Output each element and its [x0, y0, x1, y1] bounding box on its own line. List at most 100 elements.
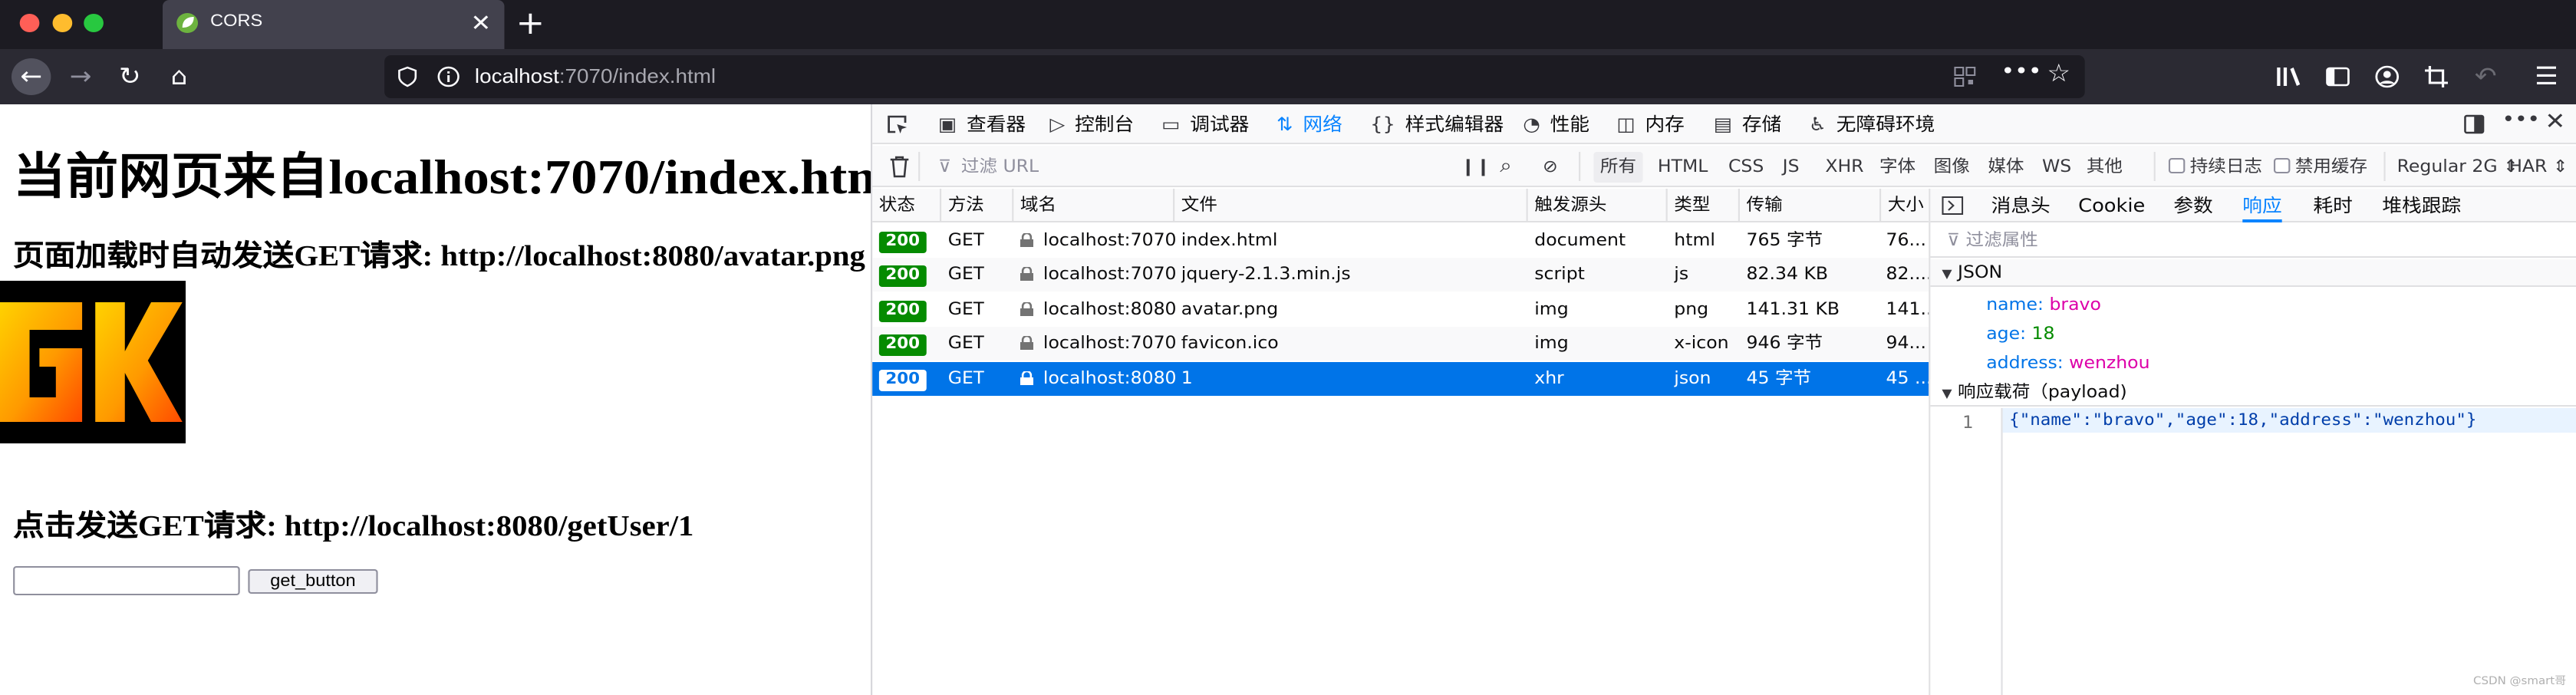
screenshot-icon[interactable] — [2423, 64, 2449, 89]
throttling-select[interactable]: Regular 2G ⇕ — [2397, 146, 2518, 187]
minimize-window-icon[interactable] — [52, 14, 73, 32]
disable-cache-toggle[interactable]: 禁用缓存 — [2273, 146, 2368, 187]
details-tab-timings[interactable]: 耗时 — [2313, 189, 2352, 222]
column-cause[interactable]: 触发源头 — [1528, 189, 1668, 222]
text-input[interactable] — [13, 566, 240, 595]
search-icon[interactable]: ⌕ — [1500, 146, 1512, 187]
details-tab-params[interactable]: 参数 — [2173, 189, 2212, 222]
bookmark-star-icon[interactable]: ☆ — [2047, 58, 2070, 87]
tab-label: 性能 — [1550, 114, 1589, 135]
tab-console[interactable]: ▷ 控制台 — [1049, 104, 1134, 144]
qr-code-icon[interactable] — [1953, 66, 1976, 87]
request-row[interactable]: 200 GET localhost:7070 favicon.ico img x-icon… — [872, 327, 1929, 361]
details-tab-cookies[interactable]: Cookie — [2078, 189, 2145, 222]
disable-cache-label: 禁用缓存 — [2294, 156, 2368, 176]
tab-inspector[interactable]: ▣ 查看器 — [938, 104, 1026, 144]
cell-transferred: 141.31 KB — [1746, 298, 1840, 319]
undo-icon[interactable]: ↶ — [2468, 60, 2504, 94]
toggle-sidebar-icon[interactable] — [1942, 196, 1964, 215]
tab-label: 网络 — [1303, 114, 1342, 135]
account-icon[interactable] — [2374, 64, 2400, 89]
sidebar-icon[interactable] — [2324, 64, 2350, 89]
cell-status: 200 — [878, 293, 927, 327]
page-actions-icon[interactable]: ••• — [2001, 60, 2041, 84]
column-transferred[interactable]: 传输 — [1740, 189, 1882, 222]
request-row[interactable]: 200 GET localhost:7070 index.html document ht… — [872, 224, 1929, 258]
tab-accessibility[interactable]: ♿ 无障碍环境 — [1809, 104, 1935, 144]
filter-media[interactable]: 媒体 — [1988, 146, 2024, 187]
json-section-label: JSON — [1958, 262, 2003, 282]
domain-text: localhost:8080 — [1043, 367, 1177, 388]
cell-cause: xhr — [1534, 367, 1564, 388]
request-row[interactable]: 200 GET localhost:8080 1 xhr json 45 字节 45 ... — [872, 361, 1932, 396]
memory-icon: ◫ — [1616, 114, 1636, 135]
details-tab-headers[interactable]: 消息头 — [1991, 189, 2051, 222]
column-size[interactable]: 大小 — [1881, 189, 1929, 222]
request-row[interactable]: 200 GET localhost:7070 jquery-2.1.3.min.js s… — [872, 258, 1932, 292]
tab-label: 调试器 — [1190, 114, 1250, 135]
status-badge: 200 — [878, 232, 927, 253]
filter-all[interactable]: 所有 — [1593, 152, 1643, 183]
payload-section-header[interactable]: ▼ 响应载荷（payload) — [1930, 379, 2576, 407]
persist-log-toggle[interactable]: 持续日志 — [2168, 146, 2262, 187]
shield-icon[interactable] — [397, 66, 417, 87]
tab-style-editor[interactable]: {} 样式编辑器 — [1370, 104, 1504, 144]
column-method[interactable]: 方法 — [941, 189, 1014, 222]
column-type[interactable]: 类型 — [1668, 189, 1740, 222]
pause-icon[interactable]: ❙❙ — [1461, 146, 1491, 187]
payload-editor: 1 {"name":"bravo","age":18,"address":"we… — [1930, 408, 2576, 695]
disable-cache-checkbox[interactable] — [2273, 158, 2291, 173]
back-icon[interactable]: ← — [11, 58, 51, 95]
close-devtools-icon[interactable]: ✕ — [2545, 107, 2565, 135]
filter-css[interactable]: CSS — [1728, 146, 1764, 187]
url-bar[interactable]: localhost:7070/index.html ••• ☆ — [384, 55, 2085, 98]
library-icon[interactable] — [2275, 64, 2301, 89]
collapse-icon: ▼ — [1942, 387, 1952, 400]
zoom-window-icon[interactable] — [84, 14, 104, 32]
tab-network[interactable]: ⇅ 网络 — [1276, 104, 1342, 144]
details-tab-stack-trace[interactable]: 堆栈跟踪 — [2382, 189, 2461, 222]
accessibility-icon: ♿ — [1808, 114, 1827, 135]
filter-properties-input[interactable]: ⊽ 过滤属性 — [1930, 224, 2576, 258]
browser-tab[interactable]: CORS ✕ — [163, 0, 505, 49]
tab-debugger[interactable]: ▭ 调试器 — [1161, 104, 1249, 144]
filter-ws[interactable]: WS — [2042, 146, 2071, 187]
request-row[interactable]: 200 GET localhost:8080 avatar.png img png 141.… — [872, 293, 1938, 327]
persist-log-checkbox[interactable] — [2168, 158, 2186, 173]
inspector-icon: ▣ — [937, 114, 957, 135]
filter-html[interactable]: HTML — [1658, 146, 1708, 187]
trash-icon[interactable] — [889, 155, 911, 178]
filter-xhr[interactable]: XHR — [1825, 146, 1863, 187]
filter-other[interactable]: 其他 — [2087, 146, 2123, 187]
close-tab-icon[interactable]: ✕ — [470, 9, 491, 37]
cell-method: GET — [947, 230, 985, 250]
details-tab-response[interactable]: 响应 — [2242, 189, 2282, 222]
get-button[interactable]: get_button — [248, 569, 378, 594]
tab-storage[interactable]: ▤ 存储 — [1714, 104, 1782, 144]
column-status[interactable]: 状态 — [872, 189, 942, 222]
filter-image[interactable]: 图像 — [1934, 146, 1970, 187]
overflow-menu-icon[interactable]: ••• — [2502, 109, 2540, 132]
cell-method: GET — [947, 264, 985, 285]
forward-icon[interactable]: → — [62, 60, 98, 94]
filter-font[interactable]: 字体 — [1879, 146, 1916, 187]
element-picker-icon[interactable] — [885, 114, 908, 135]
status-badge: 200 — [878, 369, 927, 391]
tab-performance[interactable]: ◔ 性能 — [1523, 104, 1589, 144]
url-filter-input[interactable]: 过滤 URL — [961, 146, 1039, 187]
json-section-header[interactable]: ▼ JSON — [1930, 259, 2576, 287]
filter-js[interactable]: JS — [1783, 146, 1800, 187]
new-tab-icon[interactable]: + — [516, 5, 545, 41]
home-icon[interactable]: ⌂ — [161, 60, 197, 94]
column-file[interactable]: 文件 — [1174, 189, 1528, 222]
tab-memory[interactable]: ◫ 内存 — [1616, 104, 1685, 144]
reload-icon[interactable]: ↻ — [112, 60, 148, 94]
block-icon[interactable]: ⊘ — [1543, 146, 1558, 187]
close-window-icon[interactable] — [19, 14, 40, 32]
dock-icon[interactable] — [2462, 114, 2485, 135]
cell-cause: script — [1534, 264, 1585, 285]
har-menu[interactable]: HAR ⇕ — [2508, 146, 2568, 187]
menu-icon[interactable]: ☰ — [2528, 60, 2564, 94]
column-domain[interactable]: 域名 — [1013, 189, 1175, 222]
info-icon[interactable] — [437, 66, 460, 87]
